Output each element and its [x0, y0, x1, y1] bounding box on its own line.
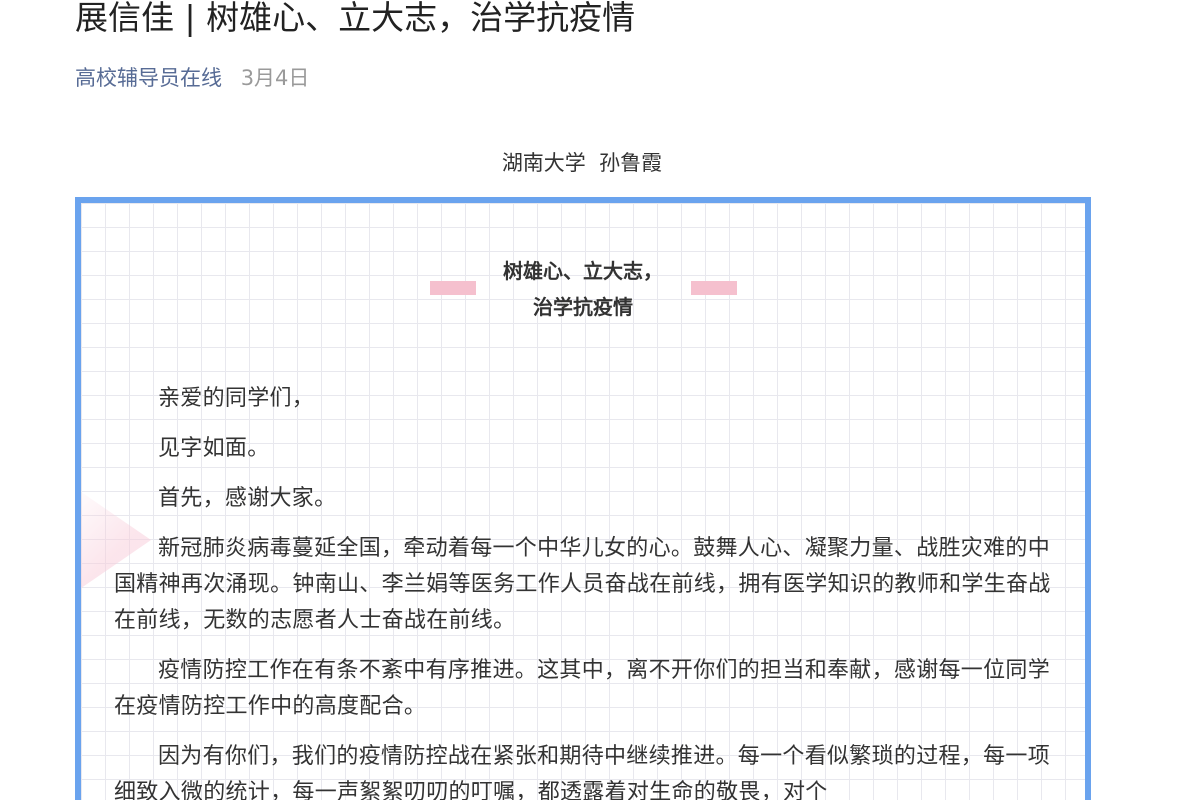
author-line: 湖南大学 孙鲁霞: [501, 151, 663, 175]
letter-paragraph-thanks: 首先，感谢大家。: [158, 486, 337, 511]
letter-paragraph: 新冠肺炎病毒蔓延全国，牵动着每一个中华儿女的心。鼓舞人心、凝聚力量、战胜灾难的中…: [114, 536, 1051, 633]
letter-paragraph-opening: 见字如面。: [158, 436, 270, 461]
account-name-link[interactable]: 高校辅导员在线: [75, 66, 222, 90]
letter-body: 亲爱的同学们， 见字如面。 首先，感谢大家。 新冠肺炎病毒蔓延全国，牵动着每一个…: [114, 381, 1054, 800]
letter-paragraph: 疫情防控工作在有条不紊中有序推进。这其中，离不开你们的担当和奉献，感谢每一位同学…: [114, 658, 1051, 719]
letter-heading-line1: 树雄心、立大志，: [503, 259, 663, 283]
letter-heading: 树雄心、立大志， 治学抗疫情: [81, 253, 1085, 325]
article-title: 展信佳 | 树雄心、立大志，治学抗疫情: [75, 0, 636, 37]
letter-frame: 树雄心、立大志， 治学抗疫情 亲爱的同学们， 见字如面。 首先，感谢大家。 新冠…: [75, 197, 1091, 800]
letter-heading-block: 树雄心、立大志， 治学抗疫情: [81, 253, 1085, 333]
article-page: 展信佳 | 树雄心、立大志，治学抗疫情 高校辅导员在线 3月4日 湖南大学 孙鲁…: [0, 0, 1200, 800]
letter-paragraph-greeting: 亲爱的同学们，: [158, 386, 315, 411]
publish-date: 3月4日: [240, 66, 310, 90]
letter-heading-line2: 治学抗疫情: [533, 295, 633, 319]
article-meta: 高校辅导员在线 3月4日: [75, 62, 309, 94]
letter-paragraph: 因为有你们，我们的疫情防控战在紧张和期待中继续推进。每一个看似繁琐的过程，每一项…: [114, 744, 1051, 800]
